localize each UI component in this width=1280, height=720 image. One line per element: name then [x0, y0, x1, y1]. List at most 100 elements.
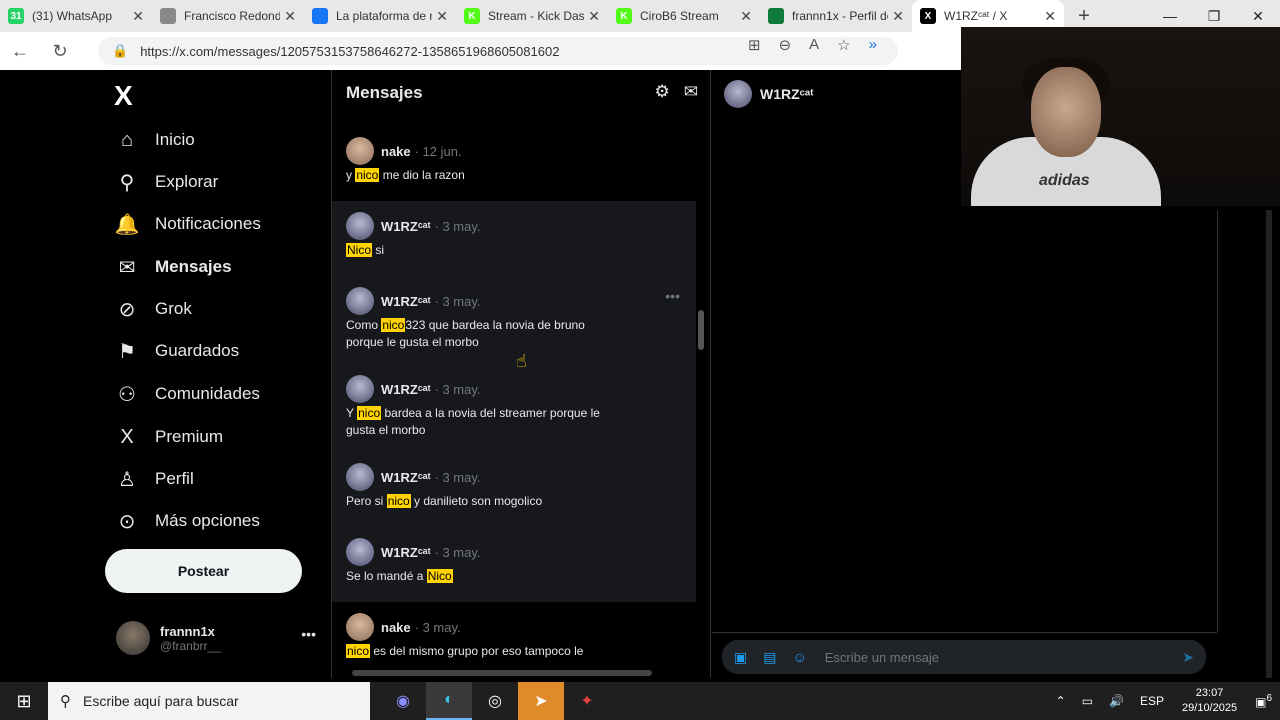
search-highlight: nico: [355, 168, 380, 182]
volume-icon[interactable]: 🔊: [1109, 694, 1124, 708]
sidebar-item-mensajes[interactable]: ✉ Mensajes: [114, 247, 232, 287]
result-date: · 3 may.: [434, 381, 481, 397]
language-indicator[interactable]: ESP: [1140, 694, 1164, 708]
result-text: Se lo mandé a Nico: [346, 568, 616, 585]
sidebar-item-perfil[interactable]: ♙ Perfil: [114, 459, 194, 499]
reload-icon[interactable]: ↻: [40, 41, 80, 62]
list-item[interactable]: W1RZᶜᵃᵗ · 3 may. Y nico bardea a la novia …: [332, 364, 696, 452]
browser-tab[interactable]: frannn1x - Perfil de ✕: [760, 0, 912, 32]
back-icon[interactable]: ←: [0, 41, 40, 62]
sidebar-item-notificaciones[interactable]: 🔔 Notificaciones: [114, 204, 261, 244]
browser-tab[interactable]: K Stream - Kick Dash ✕: [456, 0, 608, 32]
sidebar-item-label: Mensajes: [155, 257, 232, 276]
close-tab-icon[interactable]: ✕: [284, 8, 296, 25]
system-tray: ⌃ ▭ 🔊 ESP 23:07 29/10/2025 ▣6: [1048, 682, 1280, 720]
cursor-hand-icon: ☝: [516, 351, 527, 371]
list-item[interactable]: nake · 3 may. nico es del mismo grupo por …: [332, 602, 696, 678]
zoom-icon[interactable]: ⊖: [779, 36, 792, 54]
scrollbar[interactable]: [1266, 210, 1272, 678]
sidebar-item-comunidades[interactable]: ⚇ Comunidades: [114, 374, 260, 414]
clock[interactable]: 23:07 29/10/2025: [1182, 686, 1237, 716]
lock-icon[interactable]: 🔒: [112, 43, 128, 59]
sidebar-item-premium[interactable]: X Premium: [114, 417, 223, 457]
result-text: Como nico323 que bardea la novia de brun…: [346, 317, 616, 351]
result-text: Nico si: [346, 242, 616, 259]
left-nav: X ⌂ Inicio ⚲ Explorar 🔔 Notificaciones ✉ Mensaj…: [6, 70, 331, 678]
list-item[interactable]: W1RZᶜᵃᵗ · 3 may. Nico si: [332, 201, 696, 276]
taskbar-search-placeholder: Escribe aquí para buscar: [83, 693, 239, 709]
sidebar-item-label: Explorar: [155, 172, 219, 191]
new-message-icon[interactable]: ✉: [684, 82, 698, 102]
telegram-icon[interactable]: ➤: [518, 682, 564, 720]
account-switcher[interactable]: frannn1x @franbrr__ •••: [116, 618, 316, 658]
close-tab-icon[interactable]: ✕: [1044, 8, 1056, 25]
page-title: Mensajes: [346, 82, 423, 102]
network-icon[interactable]: ▭: [1082, 694, 1093, 708]
webcam-face: [1031, 67, 1101, 157]
gif-icon[interactable]: ▤: [763, 649, 776, 666]
result-user-name: nake: [381, 619, 411, 635]
conversation-header[interactable]: W1RZᶜᵃᵗ: [724, 80, 813, 108]
sidebar-item-explorar[interactable]: ⚲ Explorar: [114, 162, 219, 202]
url-text: https://x.com/messages/12057531537586462…: [140, 43, 560, 59]
search-highlight: nico: [381, 318, 406, 332]
post-button[interactable]: Postear: [105, 549, 302, 593]
list-item[interactable]: nake · 12 jun. y nico me dio la razon: [332, 126, 696, 201]
close-tab-icon[interactable]: ✕: [892, 8, 904, 25]
taskbar-search-input[interactable]: ⚲ Escribe aquí para buscar: [48, 682, 370, 720]
sidebar-item-label: Guardados: [155, 341, 240, 360]
close-tab-icon[interactable]: ✕: [740, 8, 752, 25]
pinned-app-icon[interactable]: ✦: [564, 682, 610, 720]
notifications-icon[interactable]: ▣6: [1255, 693, 1272, 709]
result-date: · 3 may.: [434, 544, 481, 560]
list-item[interactable]: W1RZᶜᵃᵗ · 3 may. Como nico323 que bardea l…: [332, 276, 696, 364]
favorite-star-icon[interactable]: ☆: [837, 36, 850, 54]
scrollbar[interactable]: [698, 310, 704, 350]
message-input[interactable]: Escribe un mensaje: [825, 650, 1183, 665]
mail-icon: ✉: [118, 256, 136, 279]
sidebar-item-grok[interactable]: ⊘ Grok: [114, 289, 192, 329]
search-results-list: nake · 12 jun. y nico me dio la razon W1RZᶜ…: [332, 126, 696, 678]
sidebar-item-guardados[interactable]: ⚑ Guardados: [114, 331, 239, 371]
sidebar-item-inicio[interactable]: ⌂ Inicio: [114, 120, 195, 160]
browser-tab[interactable]: K CiroB6 Stream ✕: [608, 0, 760, 32]
taskbar-apps: ◉ ◐ ◎ ➤ ✦: [380, 682, 610, 720]
close-tab-icon[interactable]: ✕: [132, 8, 144, 25]
browser-tab[interactable]: 31 (31) WhatsApp ✕: [0, 0, 152, 32]
search-icon: ⚲: [119, 171, 135, 194]
result-user-name: nake: [381, 143, 411, 159]
avatar: [346, 212, 374, 240]
close-tab-icon[interactable]: ✕: [588, 8, 600, 25]
sidebar-item-label: Premium: [155, 427, 224, 446]
image-icon[interactable]: ▣: [734, 649, 747, 666]
more-dots-icon[interactable]: •••: [665, 288, 680, 304]
send-icon[interactable]: ➤: [1182, 649, 1194, 666]
x-logo-icon[interactable]: X: [114, 80, 133, 112]
close-tab-icon[interactable]: ✕: [436, 8, 448, 25]
emoji-icon[interactable]: ☺: [792, 649, 806, 665]
edge-icon[interactable]: ◐: [426, 682, 472, 720]
grok-icon: ⊘: [118, 298, 136, 321]
list-item[interactable]: W1RZᶜᵃᵗ · 3 may. Se lo mandé a Nico: [332, 527, 696, 602]
list-item[interactable]: W1RZᶜᵃᵗ · 3 may. Pero si nico y danilieto …: [332, 452, 696, 527]
divider: [712, 632, 1217, 633]
result-user-name: W1RZᶜᵃᵗ: [381, 381, 431, 397]
chevron-up-icon[interactable]: ⌃: [1056, 694, 1066, 708]
result-date: · 3 may.: [434, 293, 481, 309]
discord-icon[interactable]: ◉: [380, 682, 426, 720]
windows-start-icon[interactable]: ⊞: [0, 682, 48, 720]
extension-icon[interactable]: »: [869, 36, 877, 54]
bookmark-icon: ⚑: [118, 340, 136, 363]
app-available-icon[interactable]: ⊞: [748, 36, 761, 54]
browser-tab[interactable]: Francisco Redondo ✕: [152, 0, 304, 32]
more-dots-icon[interactable]: •••: [301, 626, 316, 642]
sidebar-item-m-s-opciones[interactable]: ⊙ Más opciones: [114, 501, 260, 541]
browser-tab[interactable]: La plataforma de m ✕: [304, 0, 456, 32]
sidebar-item-label: Comunidades: [155, 384, 260, 403]
horizontal-scrollbar[interactable]: [352, 670, 652, 676]
sidebar-item-label: Inicio: [155, 130, 195, 149]
read-aloud-icon[interactable]: A: [809, 36, 819, 54]
avatar: [346, 137, 374, 165]
obs-icon[interactable]: ◎: [472, 682, 518, 720]
settings-gear-icon[interactable]: ⚙: [655, 82, 670, 102]
